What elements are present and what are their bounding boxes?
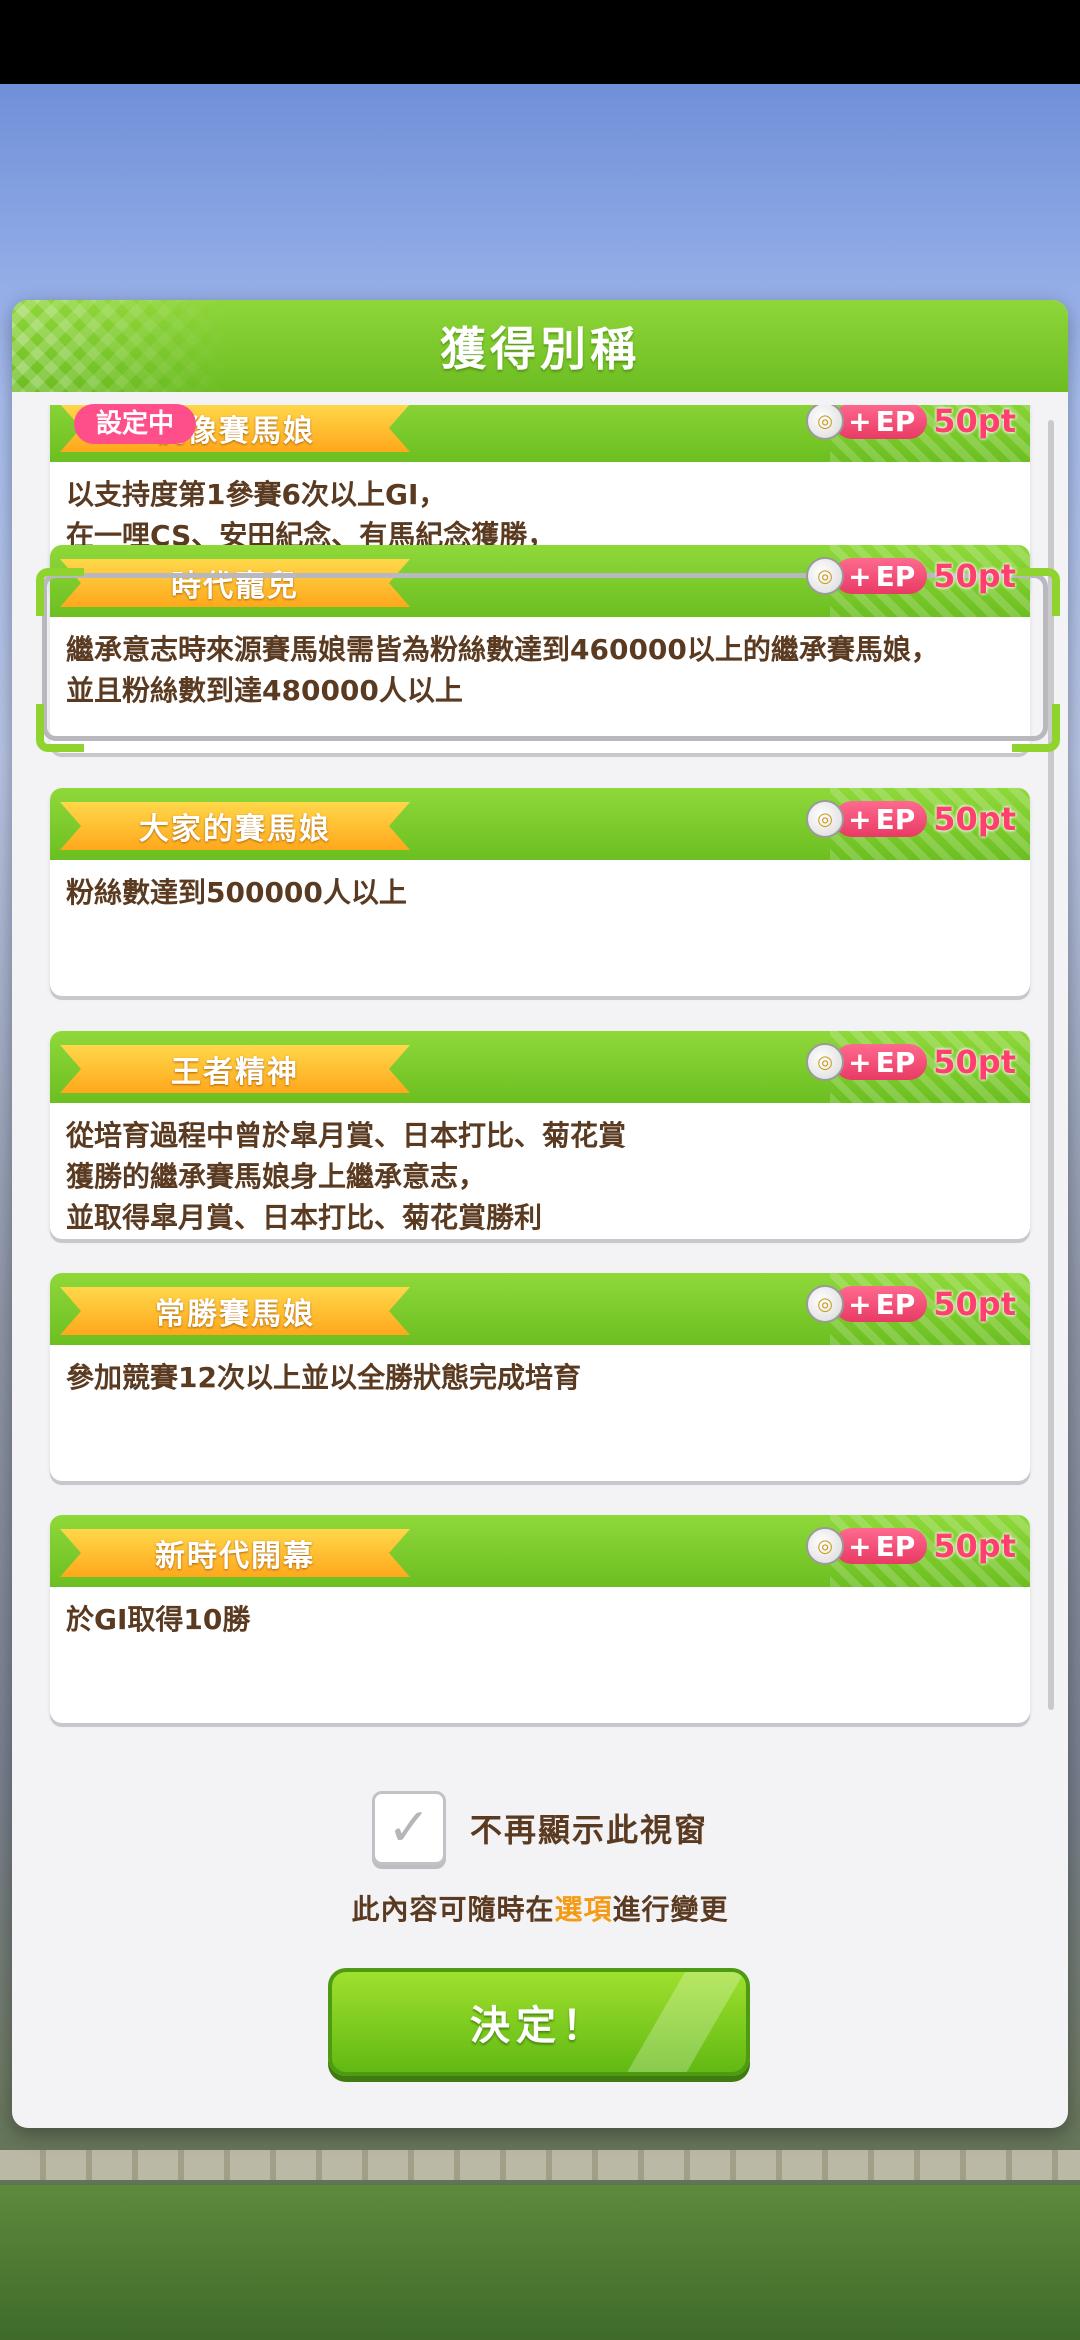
ep-pill: + EP bbox=[834, 558, 928, 594]
coin-icon: ◎ bbox=[806, 1043, 845, 1081]
ep-label: EP bbox=[875, 405, 916, 438]
ep-pill: + EP bbox=[834, 1286, 928, 1322]
title-card-4[interactable]: 王者精神 ◎ + EP 50pt 從培育過程中曾於皐月賞、日本打比、菊花賞 獲勝的… bbox=[50, 1031, 1030, 1239]
setting-in-use-tag: 設定中 bbox=[74, 404, 197, 444]
background-grass bbox=[0, 2185, 1080, 2340]
title-card-6[interactable]: 新時代開幕 ◎ + EP 50pt 於GⅠ取得10勝 bbox=[50, 1515, 1030, 1723]
ep-points: 50pt bbox=[933, 1043, 1016, 1081]
coin-icon: ◎ bbox=[806, 1527, 845, 1565]
plus-icon: + bbox=[848, 559, 872, 593]
ep-label: EP bbox=[875, 559, 916, 593]
ep-points: 50pt bbox=[933, 557, 1016, 595]
dialog-title: 獲得別稱 bbox=[440, 322, 640, 376]
title-acquired-dialog: 獲得別稱 偶像賽馬娘 ◎ + EP 50pt 以支持度第1參賽6次以上GⅠ， 在一… bbox=[12, 300, 1068, 2128]
ep-badge: ◎ + EP 50pt bbox=[806, 1285, 1016, 1323]
ep-label: EP bbox=[875, 1045, 916, 1079]
coin-icon: ◎ bbox=[806, 800, 845, 838]
title-name: 新時代開幕 bbox=[155, 1539, 315, 1574]
selection-corner bbox=[1012, 704, 1060, 752]
coin-icon: ◎ bbox=[806, 405, 845, 440]
ep-badge: ◎ + EP 50pt bbox=[806, 1043, 1016, 1081]
checkmark-icon: ✓ bbox=[387, 1798, 431, 1858]
dont-show-checkbox[interactable]: ✓ bbox=[371, 1791, 446, 1865]
hint-suffix: 進行變更 bbox=[612, 1893, 729, 1926]
title-description: 繼承意志時來源賽馬娘需皆為粉絲數達到460000以上的繼承賽馬娘， 並且粉絲數到… bbox=[66, 633, 939, 707]
title-list[interactable]: 偶像賽馬娘 ◎ + EP 50pt 以支持度第1參賽6次以上GⅠ， 在一哩CS、安… bbox=[12, 405, 1068, 1745]
ep-points: 50pt bbox=[933, 1285, 1016, 1323]
ep-pill: + EP bbox=[834, 405, 928, 439]
title-ribbon: 新時代開幕 bbox=[60, 1529, 410, 1577]
ep-badge: ◎ + EP 50pt bbox=[806, 557, 1016, 595]
dont-show-again-row[interactable]: ✓ 不再顯示此視窗 bbox=[12, 1788, 1068, 1868]
dialog-header: 獲得別稱 bbox=[12, 300, 1068, 392]
hint-options-word: 選項 bbox=[554, 1893, 613, 1926]
ep-points: 50pt bbox=[933, 1527, 1016, 1565]
ep-badge: ◎ + EP 50pt bbox=[806, 800, 1016, 838]
selection-corner bbox=[1012, 568, 1060, 616]
coin-icon: ◎ bbox=[806, 557, 845, 595]
title-name: 王者精神 bbox=[171, 1055, 299, 1090]
title-ribbon: 常勝賽馬娘 bbox=[60, 1287, 410, 1335]
status-bar bbox=[0, 0, 1080, 84]
options-hint: 此內容可隨時在選項進行變更 bbox=[12, 1888, 1068, 1928]
ep-pill: + EP bbox=[834, 1044, 928, 1080]
background-fence bbox=[0, 2150, 1080, 2180]
ep-badge: ◎ + EP 50pt bbox=[806, 1527, 1016, 1565]
header-pattern bbox=[12, 300, 232, 392]
ep-badge: ◎ + EP 50pt bbox=[806, 405, 1016, 440]
plus-icon: + bbox=[848, 802, 872, 836]
title-description: 參加競賽12次以上並以全勝狀態完成培育 bbox=[66, 1361, 581, 1394]
ep-label: EP bbox=[875, 1529, 916, 1563]
ep-pill: + EP bbox=[834, 801, 928, 837]
title-name: 大家的賽馬娘 bbox=[139, 812, 331, 847]
plus-icon: + bbox=[848, 1287, 872, 1321]
plus-icon: + bbox=[848, 1045, 872, 1079]
title-ribbon: 大家的賽馬娘 bbox=[60, 802, 410, 850]
plus-icon: + bbox=[848, 1529, 872, 1563]
ep-points: 50pt bbox=[933, 800, 1016, 838]
title-card-3[interactable]: 大家的賽馬娘 ◎ + EP 50pt 粉絲數達到500000人以上 bbox=[50, 788, 1030, 996]
title-description: 從培育過程中曾於皐月賞、日本打比、菊花賞 獲勝的繼承賽馬娘身上繼承意志， 並取得… bbox=[66, 1119, 627, 1234]
title-description: 粉絲數達到500000人以上 bbox=[66, 876, 407, 909]
confirm-label: 決定！ bbox=[470, 2003, 608, 2049]
hint-prefix: 此內容可隨時在 bbox=[351, 1893, 555, 1926]
coin-icon: ◎ bbox=[806, 1285, 845, 1323]
ep-pill: + EP bbox=[834, 1528, 928, 1564]
ep-label: EP bbox=[875, 1287, 916, 1321]
title-card-5[interactable]: 常勝賽馬娘 ◎ + EP 50pt 參加競賽12次以上並以全勝狀態完成培育 bbox=[50, 1273, 1030, 1481]
confirm-button[interactable]: 決定！ bbox=[328, 1968, 750, 2076]
ep-label: EP bbox=[875, 802, 916, 836]
selection-corner bbox=[36, 568, 84, 616]
plus-icon: + bbox=[848, 405, 872, 438]
title-card-2[interactable]: 時代寵兒 ◎ + EP 50pt 繼承意志時來源賽馬娘需皆為粉絲數達到460000… bbox=[50, 545, 1030, 753]
ep-points: 50pt bbox=[933, 405, 1016, 440]
title-ribbon: 時代寵兒 bbox=[60, 559, 410, 607]
title-ribbon: 王者精神 bbox=[60, 1045, 410, 1093]
dont-show-label: 不再顯示此視窗 bbox=[469, 1811, 708, 1849]
selection-corner bbox=[36, 704, 84, 752]
title-name: 時代寵兒 bbox=[171, 569, 299, 604]
title-description: 於GⅠ取得10勝 bbox=[66, 1603, 251, 1636]
title-name: 常勝賽馬娘 bbox=[155, 1297, 315, 1332]
